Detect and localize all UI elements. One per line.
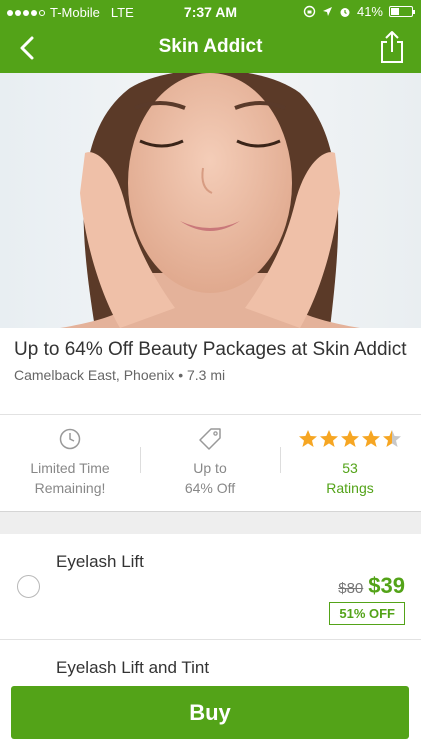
deal-title: Up to 64% Off Beauty Packages at Skin Ad… [14,339,407,360]
alarm-icon [340,7,350,17]
page-title: Skin Addict [158,36,263,57]
share-icon [381,31,403,63]
battery-percent: 41% [356,4,383,19]
status-bar: T-Mobile LTE 7:37 AM 41% [0,0,421,24]
buy-button[interactable]: Buy [11,686,409,739]
option-name: Eyelash Lift [56,552,144,571]
star-icon [362,430,380,447]
deal-location: Camelback East, Phoenix • 7.3 mi [14,367,226,383]
stat-discount-line2: 64% Off [184,480,236,496]
stat-ratings[interactable]: 53 Ratings [280,415,420,511]
stat-time-line1: Limited Time [30,460,110,476]
star-icon [383,430,401,447]
share-button[interactable] [379,30,405,64]
stat-discount-line1: Up to [193,460,227,476]
ratings-count: 53 [342,460,358,476]
deal-info: Up to 64% Off Beauty Packages at Skin Ad… [0,328,421,414]
tag-icon [199,428,221,450]
discount-badge: 51% OFF [329,602,405,625]
sale-price: $39 [368,573,405,598]
section-divider [0,512,421,534]
option-eyelash-lift[interactable]: Eyelash Lift $80 $39 51% OFF [0,534,421,640]
status-right: 41% [303,4,415,19]
clock-icon [59,428,81,450]
star-icon [341,430,359,447]
rotation-lock-icon [303,5,316,18]
ratings-label: Ratings [326,480,374,496]
option-price: $80 $39 [338,573,405,599]
star-icon [320,430,338,447]
option-name: Eyelash Lift and Tint [56,658,210,677]
option-radio[interactable] [17,575,40,598]
stat-time-line2: Remaining! [34,480,106,496]
app-header: T-Mobile LTE 7:37 AM 41% Skin Addict [0,0,421,73]
battery-icon [389,6,415,17]
nav-bar: Skin Addict [0,24,421,73]
deal-stats: Limited Time Remaining! Up to 64% Off 53… [0,414,421,512]
stat-discount: Up to 64% Off [140,415,280,511]
original-price: $80 [338,580,364,597]
stat-time-remaining: Limited Time Remaining! [0,415,140,511]
star-icon [299,430,317,447]
rating-stars [298,429,402,449]
location-arrow-icon [322,7,332,16]
deal-hero-image [0,73,421,328]
